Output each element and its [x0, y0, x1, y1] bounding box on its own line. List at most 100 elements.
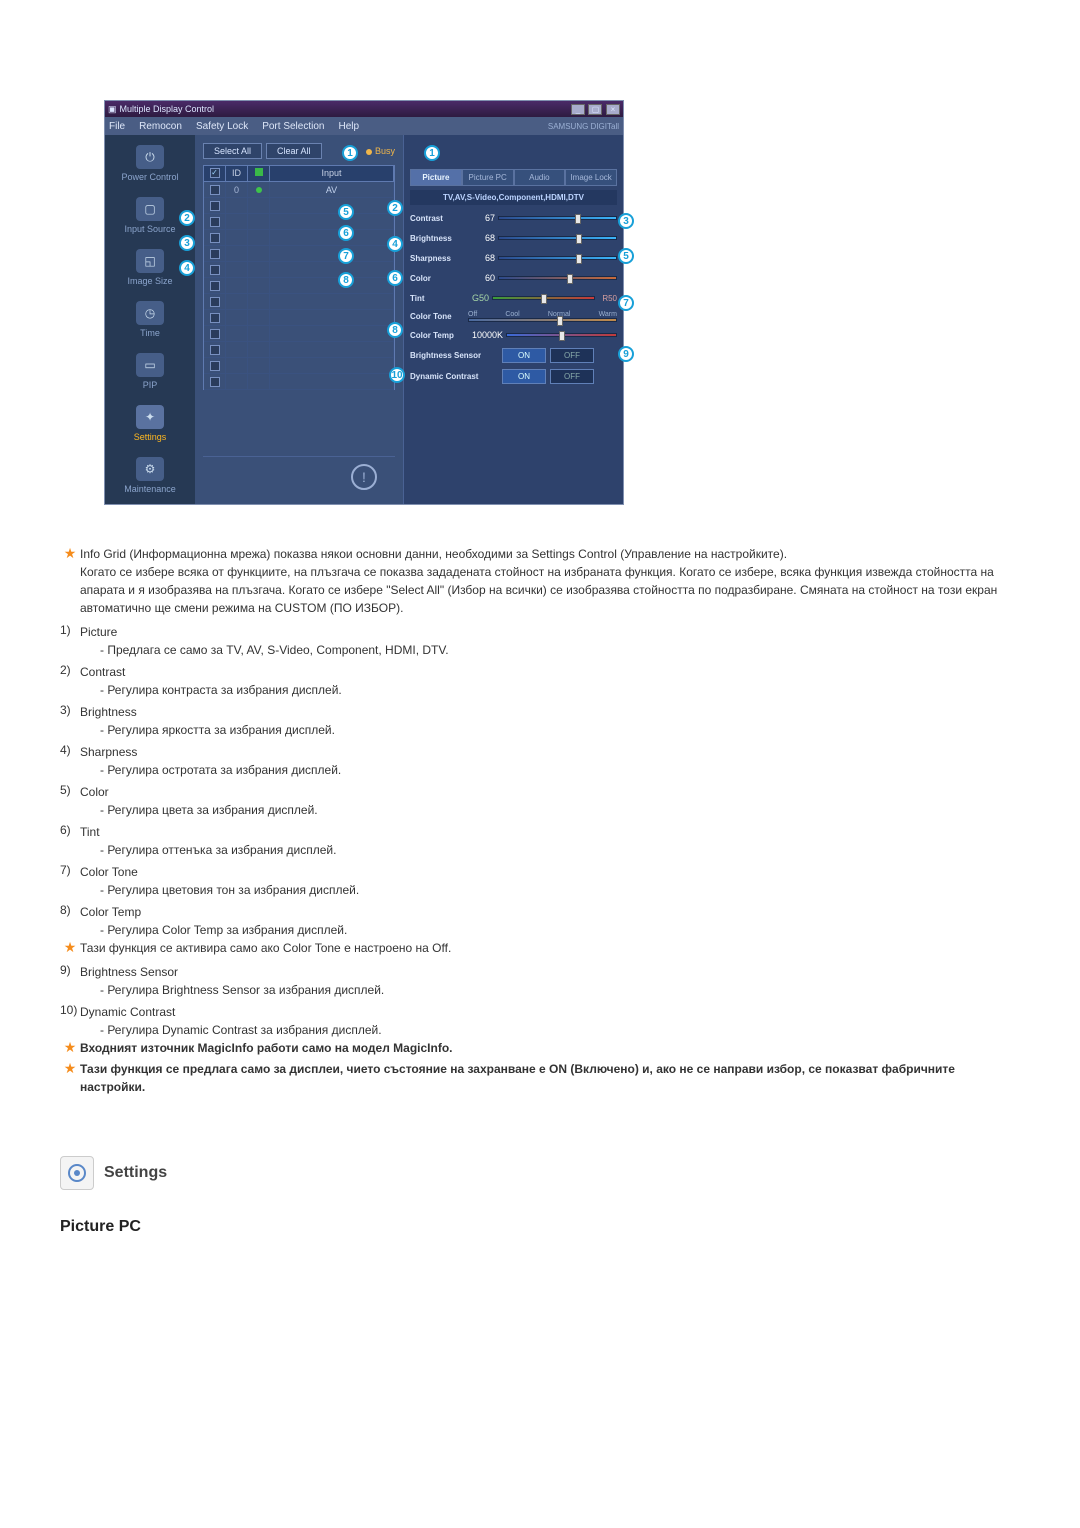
table-row[interactable]	[204, 342, 394, 358]
list-item: 7)Color Tone	[60, 863, 1020, 881]
busy-dot-icon	[366, 149, 372, 155]
table-row[interactable]: 0 AV	[204, 182, 394, 198]
tab-row: Picture Picture PC Audio Image Lock	[410, 169, 617, 186]
maintenance-icon: ⚙	[136, 457, 164, 481]
table-row[interactable]	[204, 310, 394, 326]
brightness-sensor-off-button[interactable]: OFF	[550, 348, 594, 363]
table-row[interactable]	[204, 326, 394, 342]
settings-section-icon	[60, 1156, 94, 1190]
tab-audio[interactable]: Audio	[514, 169, 566, 186]
header-checkbox[interactable]	[204, 166, 226, 181]
row-checkbox[interactable]	[210, 297, 220, 307]
grid-header: ID Input	[203, 165, 395, 182]
slider-thumb[interactable]	[576, 234, 582, 244]
row-checkbox[interactable]	[210, 361, 220, 371]
row-checkbox[interactable]	[210, 313, 220, 323]
sidebar-item-settings[interactable]: ✦Settings	[134, 405, 167, 442]
clear-all-button[interactable]: Clear All	[266, 143, 322, 159]
app-icon: ▣	[108, 104, 117, 115]
table-row[interactable]	[204, 294, 394, 310]
slider-thumb[interactable]	[576, 254, 582, 264]
menu-remocon[interactable]: Remocon	[139, 121, 182, 132]
table-row[interactable]	[204, 374, 394, 390]
menu-safetylock[interactable]: Safety Lock	[196, 121, 248, 132]
dynamic-contrast-on-button[interactable]: ON	[502, 369, 546, 384]
item-number: 4)	[60, 743, 80, 761]
menu-portselection[interactable]: Port Selection	[262, 121, 324, 132]
table-row[interactable]	[204, 246, 394, 262]
list-item: 4)Sharpness	[60, 743, 1020, 761]
row-checkbox[interactable]	[210, 185, 220, 195]
row-checkbox[interactable]	[210, 249, 220, 259]
color-temp-row[interactable]: Color Temp 10000K	[410, 328, 617, 342]
color-tone-slider[interactable]	[468, 318, 617, 322]
callout-8a: 8	[338, 272, 354, 288]
table-row[interactable]	[204, 214, 394, 230]
table-row[interactable]	[204, 230, 394, 246]
menu-help[interactable]: Help	[338, 121, 359, 132]
sidebar-item-input[interactable]: ▢Input Source	[124, 197, 175, 234]
tab-picture[interactable]: Picture	[410, 169, 462, 186]
menu-file[interactable]: File	[109, 121, 125, 132]
callout-9: 9	[618, 346, 634, 362]
sidebar-item-pip[interactable]: ▭PIP	[136, 353, 164, 390]
slider-thumb[interactable]	[541, 294, 547, 304]
callout-10: 10	[389, 367, 405, 383]
tab-picture-pc[interactable]: Picture PC	[462, 169, 514, 186]
row-checkbox[interactable]	[210, 281, 220, 291]
callout-2: 2	[179, 210, 195, 226]
row-checkbox[interactable]	[210, 345, 220, 355]
callout-5b: 5	[618, 248, 634, 264]
slider-thumb[interactable]	[567, 274, 573, 284]
note-text: Info Grid (Информационна мрежа) показва …	[80, 545, 1020, 563]
item-title: Tint	[80, 823, 1020, 841]
color-slider[interactable]: Color 60	[410, 271, 617, 285]
sidebar-item-time[interactable]: ◷Time	[136, 301, 164, 338]
row-checkbox[interactable]	[210, 233, 220, 243]
table-row[interactable]	[204, 358, 394, 374]
note-text: Тази функция се предлага само за дисплеи…	[80, 1060, 1020, 1096]
sidebar-label: Maintenance	[124, 484, 176, 494]
menubar: File Remocon Safety Lock Port Selection …	[105, 117, 623, 135]
select-all-button[interactable]: Select All	[203, 143, 262, 159]
slider-thumb[interactable]	[557, 316, 563, 326]
input-icon: ▢	[136, 197, 164, 221]
tab-image-lock[interactable]: Image Lock	[565, 169, 617, 186]
status-bar: !	[203, 456, 395, 496]
row-checkbox[interactable]	[210, 329, 220, 339]
contrast-slider[interactable]: Contrast 67	[410, 211, 617, 225]
close-button[interactable]: ×	[606, 104, 620, 115]
brightness-slider[interactable]: Brightness 68	[410, 231, 617, 245]
item-title: Contrast	[80, 663, 1020, 681]
row-checkbox[interactable]	[210, 201, 220, 211]
brightness-sensor-on-button[interactable]: ON	[502, 348, 546, 363]
table-row[interactable]	[204, 278, 394, 294]
item-number: 9)	[60, 963, 80, 981]
section-title: Settings	[104, 1164, 167, 1182]
dynamic-contrast-off-button[interactable]: OFF	[550, 369, 594, 384]
star-icon: ★	[60, 939, 80, 956]
app-screenshot: 2 3 4 1 5 6 7 8 1 2 4 6 8 10 3 5 7 9 ▣ M…	[104, 100, 624, 505]
item-number: 6)	[60, 823, 80, 841]
sidebar: ⏻Power Control ▢Input Source ◱Image Size…	[105, 135, 195, 504]
table-row[interactable]	[204, 262, 394, 278]
minimize-button[interactable]: _	[571, 104, 585, 115]
slider-thumb[interactable]	[575, 214, 581, 224]
sidebar-label: PIP	[143, 380, 158, 390]
sidebar-item-imagesize[interactable]: ◱Image Size	[127, 249, 172, 286]
item-title: Brightness Sensor	[80, 963, 1020, 981]
row-checkbox[interactable]	[210, 265, 220, 275]
row-checkbox[interactable]	[210, 377, 220, 387]
sidebar-item-power[interactable]: ⏻Power Control	[121, 145, 178, 182]
maximize-button[interactable]: ▢	[588, 104, 602, 115]
item-title: Dynamic Contrast	[80, 1003, 1020, 1021]
slider-thumb[interactable]	[559, 331, 565, 341]
tint-slider[interactable]: Tint G50 R50	[410, 291, 617, 305]
sharpness-slider[interactable]: Sharpness 68	[410, 251, 617, 265]
sidebar-label: Image Size	[127, 276, 172, 286]
table-row[interactable]	[204, 198, 394, 214]
sidebar-item-maintenance[interactable]: ⚙ Maintenance	[124, 457, 176, 494]
row-checkbox[interactable]	[210, 217, 220, 227]
callout-5a: 5	[338, 204, 354, 220]
color-tone-row: Color Tone Off Cool Normal Warm	[410, 311, 617, 322]
